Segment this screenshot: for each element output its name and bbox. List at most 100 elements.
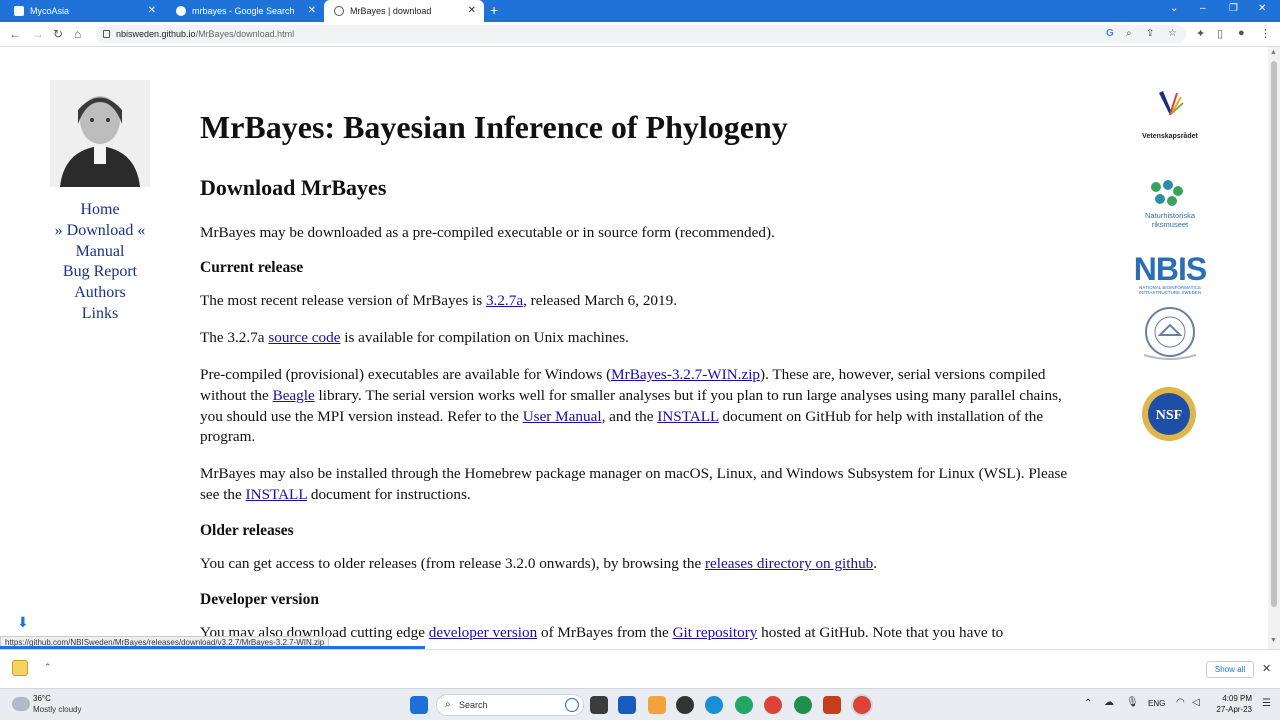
tab-close-icon[interactable]: ✕ xyxy=(308,5,316,17)
menu-icon[interactable]: ⋮ xyxy=(1260,27,1271,40)
clock-time[interactable]: 4:09 PM xyxy=(1212,694,1252,703)
tab-label: MycoAsia xyxy=(30,6,70,16)
chrome-icon[interactable] xyxy=(764,696,782,714)
download-file-icon[interactable] xyxy=(12,660,28,676)
naturhistoriska-riksmuseet-logo[interactable] xyxy=(1146,179,1186,209)
nav-home-link[interactable]: Home xyxy=(40,200,160,221)
developer-version-paragraph: You may also download cutting edge devel… xyxy=(200,624,1004,641)
download-shelf: ⌃ Show all ✕ xyxy=(0,649,1280,687)
tray-overflow-icon[interactable]: ⌃ xyxy=(1084,698,1092,709)
microphone-icon[interactable]: 🎙 xyxy=(1126,697,1139,708)
weather-temp[interactable]: 36°C xyxy=(33,694,51,703)
nih-seal-logo[interactable] xyxy=(1140,305,1200,363)
address-bar[interactable]: nbisweden.github.io/MrBayes/download.htm… xyxy=(96,25,1186,44)
developer-version-heading: Developer version xyxy=(200,591,319,608)
nsf-text: NSF xyxy=(1156,408,1182,423)
edge-icon[interactable] xyxy=(705,696,723,714)
tab-mrbayes-download[interactable]: MrBayes | download ✕ xyxy=(324,0,484,22)
tab-close-icon[interactable]: ✕ xyxy=(468,5,476,17)
file-explorer-icon[interactable] xyxy=(648,696,666,714)
tab-search-icon[interactable]: ⌄ xyxy=(1170,3,1178,14)
forward-icon[interactable]: → xyxy=(32,27,44,41)
download-arrow-icon: ⬇ xyxy=(17,614,29,630)
wifi-icon[interactable]: ◠ xyxy=(1176,697,1185,708)
nav-links-link[interactable]: Links xyxy=(40,304,160,325)
new-tab-icon[interactable]: + xyxy=(490,3,498,17)
source-code-link[interactable]: source code xyxy=(268,329,340,346)
chrome-active-icon[interactable] xyxy=(853,696,871,714)
word-icon[interactable] xyxy=(618,696,636,714)
releases-directory-link[interactable]: releases directory on github xyxy=(705,555,873,572)
section-title: Download MrBayes xyxy=(200,175,387,200)
weather-icon[interactable] xyxy=(12,697,30,711)
current-release-heading: Current release xyxy=(200,259,304,276)
notifications-icon[interactable]: ☰ xyxy=(1262,698,1271,709)
powerpoint-icon[interactable] xyxy=(823,696,841,714)
scroll-up-icon[interactable]: ▲ xyxy=(1270,49,1277,56)
developer-version-link[interactable]: developer version xyxy=(429,624,537,641)
start-windows-icon[interactable] xyxy=(410,696,428,714)
nbis-subtitle: NATIONAL BIOINFORMATICS INFRASTRUCTURE S… xyxy=(1138,285,1202,295)
page-title: MrBayes: Bayesian Inference of Phylogeny xyxy=(200,109,788,145)
profile-icon[interactable]: ● xyxy=(1238,27,1245,39)
onedrive-icon[interactable]: ☁ xyxy=(1104,697,1114,708)
language-indicator[interactable]: ENG xyxy=(1148,699,1165,708)
nbis-logo[interactable]: NBIS xyxy=(1120,251,1220,288)
vetenskapsradet-label: Vetenskapsrådet xyxy=(1142,133,1198,140)
scrollbar-thumb[interactable] xyxy=(1271,61,1277,607)
lock-icon xyxy=(103,30,110,38)
globe-icon xyxy=(334,6,344,16)
back-icon[interactable]: ← xyxy=(9,27,21,41)
volume-icon[interactable]: ◁ xyxy=(1192,697,1200,708)
install-link[interactable]: INSTALL xyxy=(246,486,308,503)
version-link[interactable]: 3.2.7a xyxy=(486,292,523,309)
side-panel-icon[interactable]: ▯ xyxy=(1217,27,1223,40)
search-placeholder: Search xyxy=(459,700,488,710)
tab-mycoasia[interactable]: MycoAsia ✕ xyxy=(4,0,164,22)
clock-date[interactable]: 27-Apr-23 xyxy=(1210,705,1252,714)
url-text: nbisweden.github.io/MrBayes/download.htm… xyxy=(116,29,295,39)
reload-icon[interactable]: ↻ xyxy=(53,27,63,41)
google-lens-icon[interactable]: G xyxy=(1106,28,1114,39)
tab-close-icon[interactable]: ✕ xyxy=(148,5,156,17)
thomas-bayes-portrait xyxy=(50,80,150,187)
show-all-downloads-button[interactable]: Show all xyxy=(1206,661,1254,678)
bookmark-star-icon[interactable]: ☆ xyxy=(1168,28,1177,39)
older-releases-heading: Older releases xyxy=(200,522,294,539)
close-shelf-icon[interactable]: ✕ xyxy=(1262,662,1271,675)
user-manual-link[interactable]: User Manual xyxy=(523,408,602,425)
page-scrollbar[interactable]: ▲ ▼ xyxy=(1268,47,1280,649)
share-icon[interactable]: ⇪ xyxy=(1146,28,1154,39)
extensions-icon[interactable]: ✦ xyxy=(1196,27,1205,40)
scroll-down-icon[interactable]: ▼ xyxy=(1270,637,1277,644)
windows-zip-link[interactable]: MrBayes-3.2.7-WIN.zip xyxy=(611,366,760,383)
nav-authors-link[interactable]: Authors xyxy=(40,283,160,304)
taskbar-search-box[interactable]: ⌕ Search xyxy=(436,694,584,716)
nav-manual-link[interactable]: Manual xyxy=(40,242,160,263)
grammarly-icon[interactable] xyxy=(735,696,753,714)
windows-taskbar: 36°C Mostly cloudy ⌕ Search ⌃ ☁ 🎙 ENG ◠ … xyxy=(0,688,1280,720)
windows-executable-paragraph: Pre-compiled (provisional) executables a… xyxy=(200,366,1062,446)
minimize-icon[interactable]: – xyxy=(1200,3,1206,14)
bing-icon[interactable] xyxy=(565,698,579,712)
beagle-link[interactable]: Beagle xyxy=(273,387,315,404)
install-link[interactable]: INSTALL xyxy=(657,408,719,425)
home-icon[interactable]: ⌂ xyxy=(74,27,81,41)
git-repository-link[interactable]: Git repository xyxy=(673,624,758,641)
zoom-icon[interactable]: ⌕ xyxy=(1126,28,1132,39)
naturhistoriska-label: Naturhistoriska riksmuseet xyxy=(1144,211,1196,229)
download-options-chevron-icon[interactable]: ⌃ xyxy=(44,662,52,673)
whatsapp-icon[interactable] xyxy=(794,696,812,714)
nav-bug-report-link[interactable]: Bug Report xyxy=(40,262,160,283)
nav-download-link[interactable]: » Download « xyxy=(40,221,160,242)
weather-description[interactable]: Mostly cloudy xyxy=(33,705,81,714)
vetenskapsradet-logo[interactable] xyxy=(1155,87,1185,117)
close-window-icon[interactable]: ✕ xyxy=(1258,3,1266,14)
tab-label: mrbayes - Google Search xyxy=(192,6,295,16)
tab-google-search[interactable]: mrbayes - Google Search ✕ xyxy=(166,0,324,22)
firefox-icon[interactable] xyxy=(676,696,694,714)
task-view-icon[interactable] xyxy=(590,696,608,714)
nsf-logo[interactable]: NSF xyxy=(1140,385,1198,443)
tab-strip: MycoAsia ✕ mrbayes - Google Search ✕ MrB… xyxy=(0,0,1280,22)
restore-icon[interactable]: ❐ xyxy=(1229,3,1238,14)
